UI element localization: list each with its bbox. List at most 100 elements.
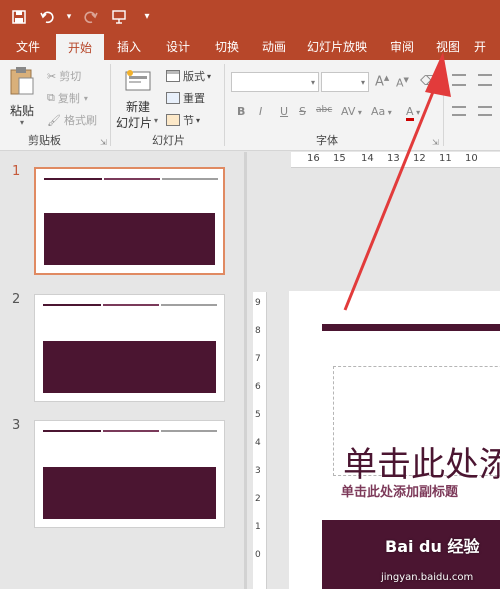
- bullets-icon[interactable]: [452, 74, 466, 86]
- font-launcher-icon[interactable]: ⇲: [432, 138, 439, 147]
- copy-label: 复制: [57, 92, 80, 105]
- reset-label: 重置: [183, 92, 205, 105]
- tab-home[interactable]: 开始: [56, 34, 104, 60]
- present-icon[interactable]: [108, 6, 130, 28]
- undo-dropdown-icon[interactable]: ▾: [64, 6, 74, 28]
- thumb-line: [161, 430, 217, 432]
- redo-icon[interactable]: [80, 6, 102, 28]
- underline-button[interactable]: U: [280, 105, 288, 118]
- thumb-line: [161, 304, 217, 306]
- clipboard-icon: [10, 67, 34, 95]
- ruler-tick: 2: [255, 494, 261, 504]
- format-painter-button[interactable]: 🖌 格式刷: [47, 112, 97, 128]
- paintbrush-icon: 🖌: [47, 113, 61, 127]
- ribbon-separator: [110, 64, 111, 146]
- slide-subtitle[interactable]: 单击此处添加副标题: [341, 481, 458, 500]
- thumb-line: [43, 304, 101, 306]
- font-size-dropdown[interactable]: ▾: [321, 72, 369, 92]
- reset-button[interactable]: 重置: [166, 90, 205, 106]
- section-dropdown-icon: ▾: [196, 115, 201, 125]
- slide-thumbnail-3[interactable]: [34, 420, 225, 528]
- numbering-icon[interactable]: [478, 74, 492, 86]
- paste-dropdown-icon: ▾: [20, 118, 25, 127]
- ruler-tick: 10: [465, 153, 478, 164]
- shrink-font-button[interactable]: A▼: [396, 76, 409, 90]
- ruler-tick: 0: [255, 550, 261, 560]
- ruler-tick: 14: [361, 153, 374, 164]
- title-bar: ▾ ▾: [0, 0, 500, 33]
- undo-icon[interactable]: [36, 6, 58, 28]
- new-slide-dropdown-icon: ▾: [154, 116, 159, 125]
- slide-thumbnail-1[interactable]: [34, 167, 225, 275]
- thumb-line: [103, 304, 159, 306]
- grow-font-button[interactable]: A▲: [375, 74, 389, 89]
- copy-button[interactable]: ⧉ 复制 ▾: [47, 90, 88, 106]
- format-painter-label: 格式刷: [63, 114, 97, 127]
- tab-design[interactable]: 设计: [154, 33, 202, 60]
- slide-editing-area: 16 15 14 13 12 11 10 9 8 7 6 5 4 3 2 1 0…: [247, 152, 500, 589]
- thumb-line: [103, 430, 159, 432]
- ruler-tick: 12: [413, 153, 426, 164]
- slide-title[interactable]: 单击此处添加标题: [343, 437, 500, 486]
- reset-icon: [166, 92, 180, 104]
- ruler-tick: 15: [333, 153, 346, 164]
- tab-slideshow[interactable]: 幻灯片放映: [296, 33, 378, 60]
- strikethrough-button[interactable]: S: [299, 105, 306, 118]
- thumb-block: [43, 341, 216, 393]
- font-name-dropdown[interactable]: ▾: [231, 72, 319, 92]
- layout-button[interactable]: 版式 ▾: [166, 68, 211, 84]
- tab-file[interactable]: 文件: [0, 33, 56, 60]
- section-button[interactable]: 节 ▾: [166, 112, 200, 128]
- ruler-tick: 3: [255, 466, 261, 476]
- change-case-button[interactable]: Aa ▾: [371, 105, 392, 118]
- ruler-tick: 16: [307, 153, 320, 164]
- font-color-label: A: [406, 105, 414, 121]
- slide-thumbnail-2[interactable]: [34, 294, 225, 402]
- tab-insert[interactable]: 插入: [104, 33, 154, 60]
- clipboard-launcher-icon[interactable]: ⇲: [100, 138, 107, 147]
- section-label: 节: [183, 114, 194, 127]
- vertical-ruler: 9 8 7 6 5 4 3 2 1 0: [253, 292, 267, 589]
- tab-review[interactable]: 审阅: [378, 33, 426, 60]
- ruler-tick: 5: [255, 410, 261, 420]
- layout-label: 版式: [183, 70, 205, 83]
- ruler-tick: 11: [439, 153, 452, 164]
- ruler-tick: 13: [387, 153, 400, 164]
- char-spacing-button[interactable]: AV ▾: [341, 105, 362, 118]
- new-slide-label-2: 幻灯片: [116, 116, 153, 130]
- tab-more[interactable]: 开: [470, 33, 500, 60]
- cut-button[interactable]: ✂ 剪切: [47, 68, 81, 84]
- chevron-down-icon: ▾: [310, 78, 315, 87]
- font-color-button[interactable]: A ▾: [406, 105, 420, 121]
- bold-button[interactable]: B: [237, 105, 245, 118]
- align-left-icon[interactable]: [452, 106, 466, 116]
- text-shadow-button[interactable]: abc: [316, 105, 332, 115]
- customize-icon[interactable]: ▾: [136, 6, 158, 28]
- clear-format-icon[interactable]: ⌫: [420, 74, 438, 89]
- paste-button[interactable]: 粘贴 ▾: [6, 66, 40, 127]
- new-slide-button[interactable]: 新建 幻灯片 ▾: [116, 66, 162, 132]
- copy-dropdown-icon: ▾: [83, 93, 88, 103]
- copy-icon: ⧉: [47, 91, 55, 104]
- section-icon: [166, 114, 180, 126]
- grow-font-label: A: [375, 74, 384, 90]
- ruler-tick: 6: [255, 382, 261, 392]
- font-group-label: 字体: [316, 134, 338, 147]
- ruler-tick: 4: [255, 438, 261, 448]
- thumb-line: [43, 430, 101, 432]
- align-center-icon[interactable]: [478, 106, 492, 116]
- shrink-font-label: A: [396, 76, 404, 90]
- save-icon[interactable]: [8, 6, 30, 28]
- ribbon-tabs: 文件 开始 插入 设计 切换 动画 幻灯片放映 审阅 视图 开: [0, 33, 500, 60]
- cut-label: 剪切: [59, 70, 82, 83]
- italic-button[interactable]: I: [259, 105, 262, 118]
- new-slide-icon: [125, 70, 151, 91]
- ruler-tick: 9: [255, 298, 261, 308]
- ruler-tick: 1: [255, 522, 261, 532]
- tab-animations[interactable]: 动画: [252, 33, 296, 60]
- layout-icon: [166, 70, 180, 82]
- tab-view[interactable]: 视图: [426, 33, 470, 60]
- tab-transitions[interactable]: 切换: [202, 33, 252, 60]
- slide-number: 3: [12, 418, 21, 433]
- new-slide-label-1: 新建: [126, 100, 151, 114]
